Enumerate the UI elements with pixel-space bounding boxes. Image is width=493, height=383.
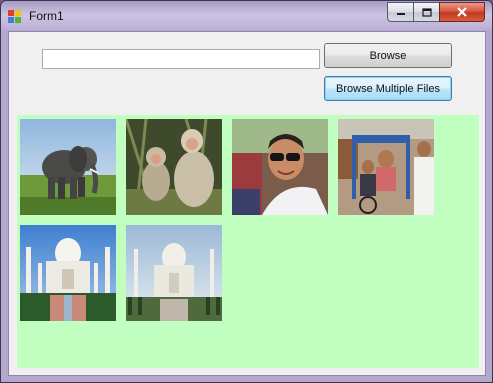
image-thumbnail[interactable] (126, 225, 222, 321)
close-button[interactable] (439, 2, 485, 22)
boy-photo (232, 119, 328, 215)
taj-mahal-photo (20, 225, 116, 321)
taj-mahal-photo (126, 225, 222, 321)
minimize-icon (396, 13, 405, 15)
image-thumbnail[interactable] (20, 119, 116, 215)
image-thumbnail[interactable] (20, 225, 116, 321)
browse-multiple-files-button[interactable]: Browse Multiple Files (324, 76, 452, 101)
maximize-button[interactable] (413, 2, 439, 22)
image-thumbnail[interactable] (126, 119, 222, 215)
rickshaw-photo (338, 119, 434, 215)
elephant-photo (20, 119, 116, 215)
form-client-area: Browse Browse Multiple Files (8, 31, 486, 376)
form1-window: Form1 Browse Browse Multiple Files (0, 0, 493, 383)
close-icon (457, 7, 467, 17)
maximize-icon (421, 7, 432, 17)
file-path-textbox[interactable] (42, 49, 320, 69)
minimize-button[interactable] (387, 2, 413, 22)
caption-buttons (387, 2, 485, 22)
image-thumbnail[interactable] (232, 119, 328, 215)
window-title: Form1 (29, 9, 64, 23)
image-gallery-panel[interactable] (17, 115, 479, 368)
browse-button[interactable]: Browse (324, 43, 452, 68)
image-thumbnail[interactable] (338, 119, 434, 215)
title-bar[interactable]: Form1 (1, 1, 492, 31)
app-icon (8, 10, 21, 23)
monkeys-photo (126, 119, 222, 215)
